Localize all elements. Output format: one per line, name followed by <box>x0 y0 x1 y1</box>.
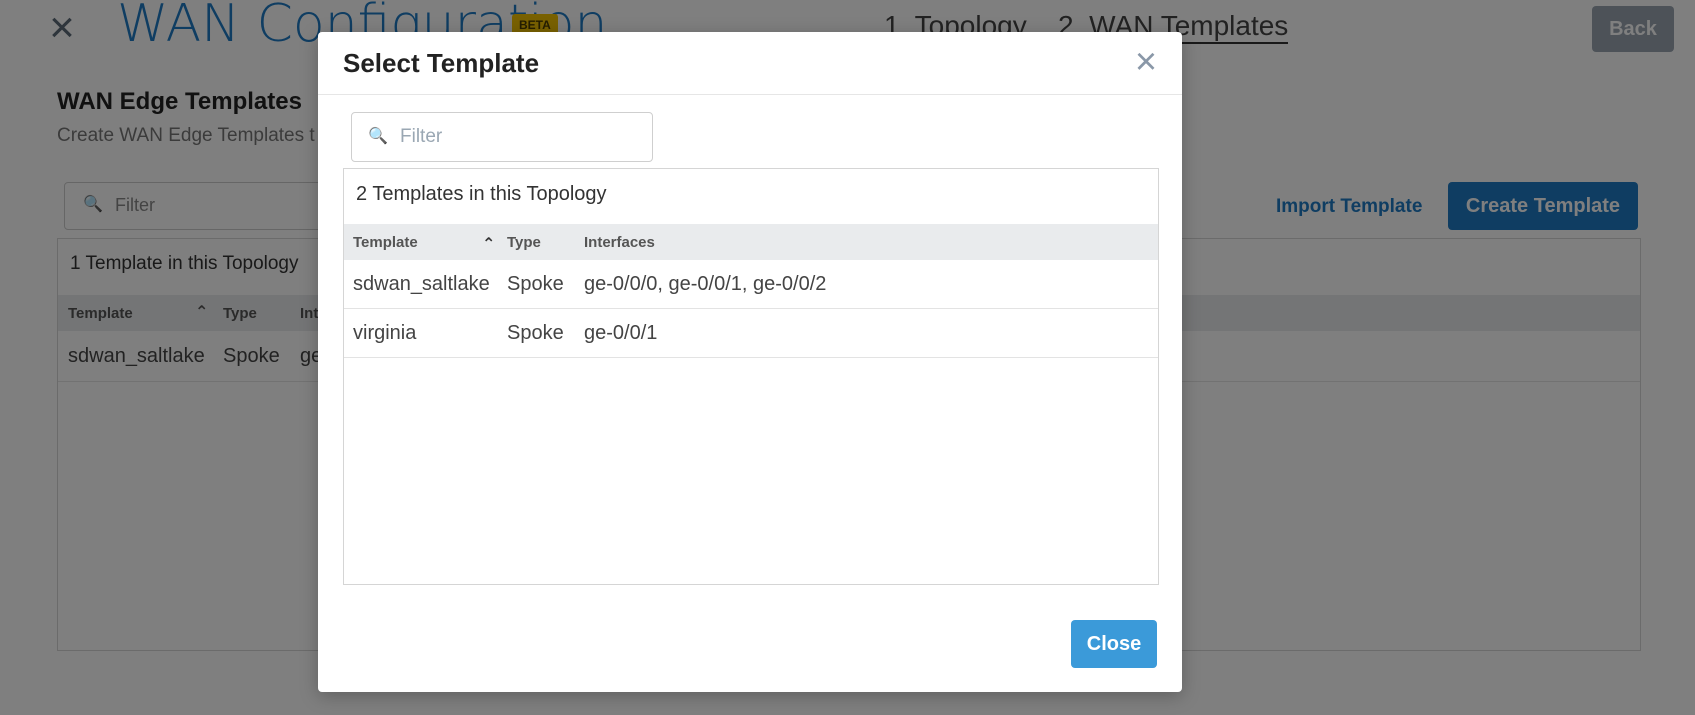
row-interfaces: ge-0/0/0, ge-0/0/1, ge-0/0/2 <box>584 273 827 295</box>
templates-table: 2 Templates in this Topology Template ⌃ … <box>343 168 1159 585</box>
sort-ascending-icon[interactable]: ⌃ <box>482 234 495 254</box>
filter-input[interactable] <box>398 120 642 154</box>
row-interfaces: ge-0/0/1 <box>584 322 658 344</box>
close-icon[interactable]: × <box>1126 42 1166 82</box>
row-template: virginia <box>353 322 417 344</box>
table-row[interactable]: virginia Spoke ge-0/0/1 <box>344 309 1158 358</box>
col-template[interactable]: Template <box>353 234 418 251</box>
search-icon: 🔍 <box>368 128 388 145</box>
close-button[interactable]: Close <box>1071 620 1157 668</box>
col-interfaces[interactable]: Interfaces <box>584 234 655 251</box>
col-type[interactable]: Type <box>507 234 541 251</box>
modal-title: Select Template <box>343 48 540 78</box>
modal-header: Select Template × <box>318 32 1182 95</box>
row-type: Spoke <box>507 322 564 344</box>
table-row[interactable]: sdwan_saltlake Spoke ge-0/0/0, ge-0/0/1,… <box>344 260 1158 309</box>
modal-filter[interactable]: 🔍 <box>351 112 653 162</box>
row-type: Spoke <box>507 273 564 295</box>
select-template-modal: Select Template × 🔍 2 Templates in this … <box>318 32 1182 692</box>
table-header: Template ⌃ Type Interfaces <box>344 224 1158 260</box>
row-template: sdwan_saltlake <box>353 273 490 295</box>
template-count: 2 Templates in this Topology <box>356 183 607 205</box>
